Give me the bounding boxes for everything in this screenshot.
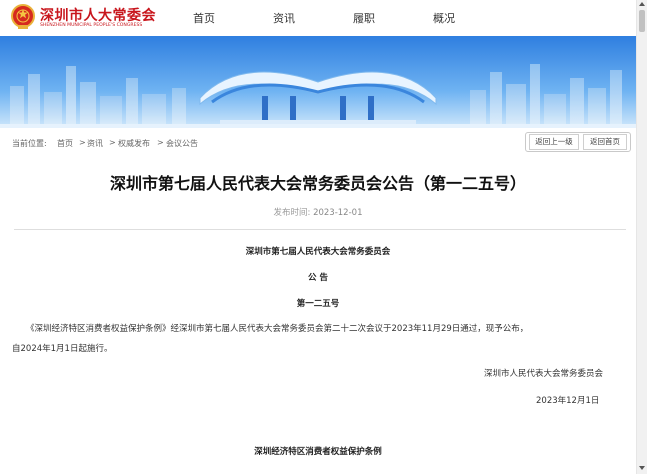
breadcrumb-meeting-notice[interactable]: 会议公告: [166, 138, 198, 149]
breadcrumb-home[interactable]: 首页: [57, 138, 73, 149]
site-logo[interactable]: 深圳市人大常委会 SHENZHEN MUNICIPAL PEOPLE'S CON…: [10, 3, 156, 33]
body-paragraph-line1: 《深圳经济特区消费者权益保护条例》经深圳市第七届人民代表大会常务委员会第二十二次…: [26, 324, 529, 334]
regulation-title: 深圳经济特区消费者权益保护条例: [254, 447, 382, 457]
header-banner: [0, 36, 636, 128]
breadcrumb-separator: >: [157, 138, 164, 147]
breadcrumb-separator: >: [109, 138, 116, 147]
body-paragraph-line2: 自2024年1月1日起施行。: [12, 344, 113, 354]
scroll-thumb[interactable]: [639, 10, 645, 32]
nav-overview[interactable]: 概况: [433, 10, 455, 26]
signature: 深圳市人民代表大会常务委员会: [484, 369, 604, 379]
national-emblem-icon: [11, 4, 35, 29]
nav-news[interactable]: 资讯: [273, 10, 295, 26]
back-button[interactable]: 返回上一级: [529, 134, 579, 150]
breadcrumb-separator: >: [79, 138, 86, 147]
logo-subtitle: SHENZHEN MUNICIPAL PEOPLE'S CONGRESS: [40, 23, 143, 28]
publish-date-label: 发布时间:: [273, 208, 311, 218]
publish-date: 发布时间: 2023-12-01: [0, 206, 636, 218]
logo-title: 深圳市人大常委会: [40, 8, 156, 24]
title-divider: [14, 229, 626, 230]
scroll-down-arrow-icon[interactable]: [639, 466, 645, 470]
scroll-up-arrow-icon[interactable]: [639, 2, 645, 6]
signature-date: 2023年12月1日: [536, 396, 600, 406]
article-title: 深圳市第七届人民代表大会常务委员会公告（第一二五号）: [109, 174, 526, 193]
issuing-organ: 深圳市第七届人民代表大会常务委员会: [245, 247, 391, 257]
notice-number: 第一二五号: [296, 299, 340, 309]
vertical-scrollbar[interactable]: [636, 0, 647, 474]
breadcrumb-news[interactable]: 资讯: [87, 138, 103, 149]
nav-duties[interactable]: 履职: [353, 10, 375, 26]
site-header: 深圳市人大常委会 SHENZHEN MUNICIPAL PEOPLE'S CON…: [0, 0, 636, 36]
breadcrumb-label: 当前位置:: [12, 139, 47, 148]
banner-image: [0, 36, 636, 128]
breadcrumb-release[interactable]: 权威发布: [118, 138, 150, 149]
home-button[interactable]: 返回首页: [583, 134, 627, 150]
nav-home[interactable]: 首页: [193, 10, 215, 26]
notice-heading: 公 告: [308, 273, 328, 283]
publish-date-value: 2023-12-01: [313, 208, 363, 218]
